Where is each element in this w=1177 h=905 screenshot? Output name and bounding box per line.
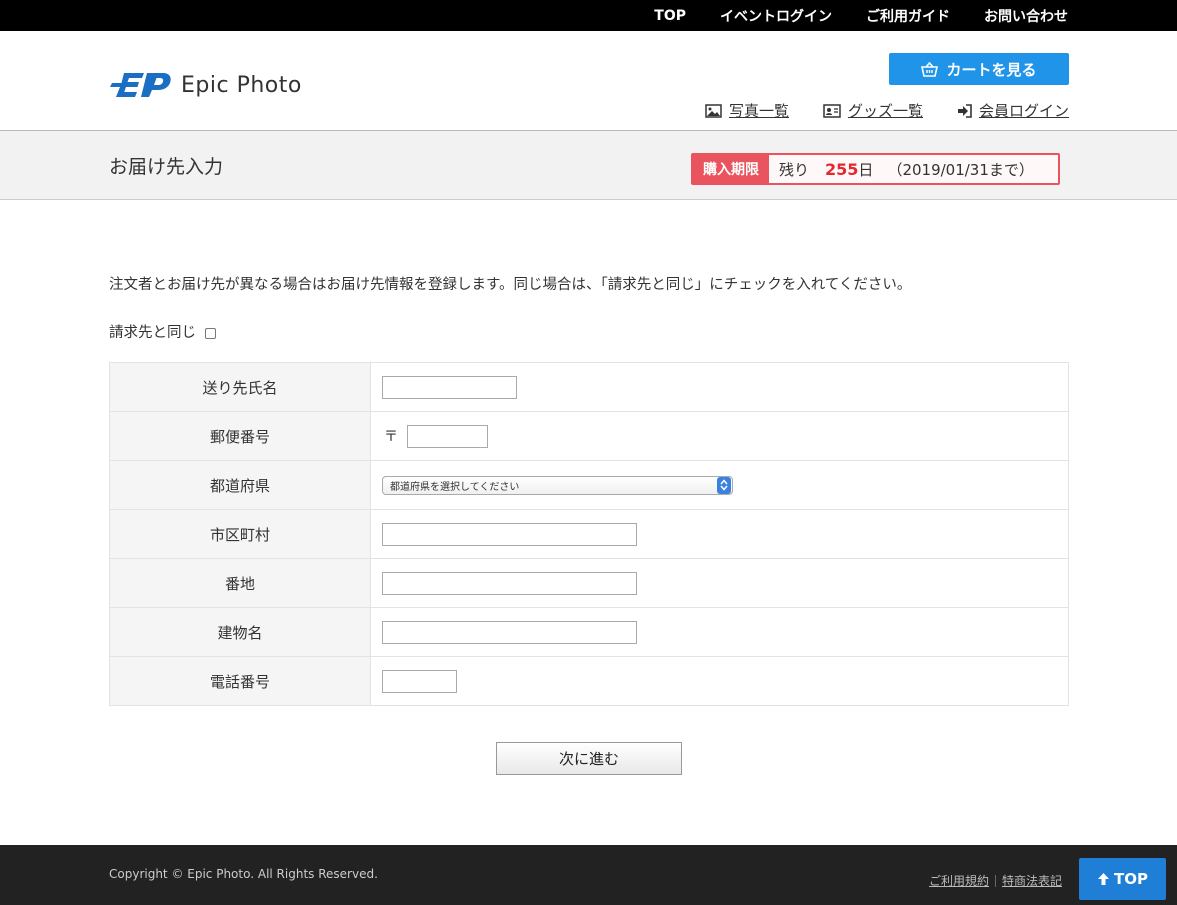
prefecture-selected-value: 都道府県を選択してください [390,481,520,493]
terms-link[interactable]: ご利用規約 [929,872,989,889]
back-to-top-label: TOP [1114,870,1148,888]
epic-photo-logo-icon [110,73,171,97]
phone-input[interactable] [382,669,457,693]
table-row: 市区町村 [109,509,1069,559]
logo-text: Epic Photo [181,72,302,98]
building-input[interactable] [382,620,637,644]
subnav-photos-link[interactable]: 写真一覧 [705,100,789,121]
arrow-up-icon [1098,873,1109,885]
table-row: 建物名 [109,607,1069,657]
same-as-billing-checkbox[interactable] [205,328,216,339]
street-input[interactable] [382,571,637,595]
prefecture-select[interactable]: 都道府県を選択してください [382,475,733,495]
logo[interactable]: Epic Photo [110,69,302,101]
recipient-name-label: 送り先氏名 [109,362,371,412]
postal-mark: 〒 [384,429,398,445]
intro-text: 注文者とお届け先が異なる場合はお届け先情報を登録します。同じ場合は、「請求先と同… [109,277,912,293]
table-row: 番地 [109,558,1069,608]
copyright-text: Copyright © Epic Photo. All Rights Reser… [109,867,378,881]
topnav-item-contact[interactable]: お問い合わせ [984,6,1068,26]
header: Epic Photo カートを見る 写真一覧 グッズ一覧 会員ログイン [0,31,1177,130]
postal-code-input[interactable] [407,424,488,448]
id-card-icon [823,103,841,118]
image-icon [705,103,722,118]
topnav-item-guide[interactable]: ご利用ガイド [866,6,950,26]
purchase-deadline-box: 購入期限 残り 255 日 （2019/01/31まで） [691,153,1060,185]
same-as-billing-label: 請求先と同じ [109,325,196,341]
deadline-label: 購入期限 [693,155,769,183]
back-to-top-button[interactable]: TOP [1079,858,1166,900]
same-as-billing-row: 請求先と同じ [109,321,216,342]
topnav-item-event-login[interactable]: イベントログイン [720,6,832,26]
footer-divider [995,874,997,887]
title-band: お届け先入力 購入期限 残り 255 日 （2019/01/31まで） [0,130,1177,200]
days-unit: 日 [858,160,874,179]
building-label: 建物名 [109,607,371,657]
commerce-law-link[interactable]: 特商法表記 [1002,872,1062,889]
remaining-days: 255 [825,159,859,179]
view-cart-label: カートを見る [946,60,1037,79]
city-label: 市区町村 [109,509,371,559]
view-cart-button[interactable]: カートを見る [889,53,1069,85]
shipping-form-table: 送り先氏名 郵便番号 〒 都道府県 都道府県を選択してください 市区町村 番地 … [109,362,1069,706]
footer-links: ご利用規約 特商法表記 [929,872,1062,889]
top-bar: TOP イベントログイン ご利用ガイド お問い合わせ [0,0,1177,31]
select-arrows-icon [717,476,731,494]
next-button[interactable]: 次に進む [496,742,682,775]
subnav-goods-link[interactable]: グッズ一覧 [823,100,923,121]
postal-code-group: 〒 [382,424,1068,448]
basket-icon [921,61,939,77]
table-row: 郵便番号 〒 [109,411,1069,461]
postal-code-label: 郵便番号 [109,411,371,461]
top-nav: TOP イベントログイン ご利用ガイド お問い合わせ [654,0,1068,31]
subnav-member-login-link[interactable]: 会員ログイン [957,100,1069,121]
street-label: 番地 [109,558,371,608]
city-input[interactable] [382,522,637,546]
table-row: 都道府県 都道府県を選択してください [109,460,1069,510]
subnav-goods-label: グッズ一覧 [847,102,923,120]
remaining-prefix: 残り [779,160,810,179]
subnav-photos-label: 写真一覧 [728,102,789,120]
phone-label: 電話番号 [109,656,371,706]
sub-nav: 写真一覧 グッズ一覧 会員ログイン [705,100,1069,121]
prefecture-label: 都道府県 [109,460,371,510]
subnav-member-login-label: 会員ログイン [978,102,1069,120]
sign-in-icon [957,103,972,118]
recipient-name-input[interactable] [382,375,517,399]
footer: Copyright © Epic Photo. All Rights Reser… [0,845,1177,905]
table-row: 電話番号 [109,656,1069,706]
table-row: 送り先氏名 [109,362,1069,412]
deadline-text: 残り 255 日 （2019/01/31まで） [779,159,1034,180]
deadline-date: （2019/01/31まで） [887,160,1034,179]
page-title: お届け先入力 [109,156,224,178]
topnav-item-top[interactable]: TOP [654,8,686,24]
